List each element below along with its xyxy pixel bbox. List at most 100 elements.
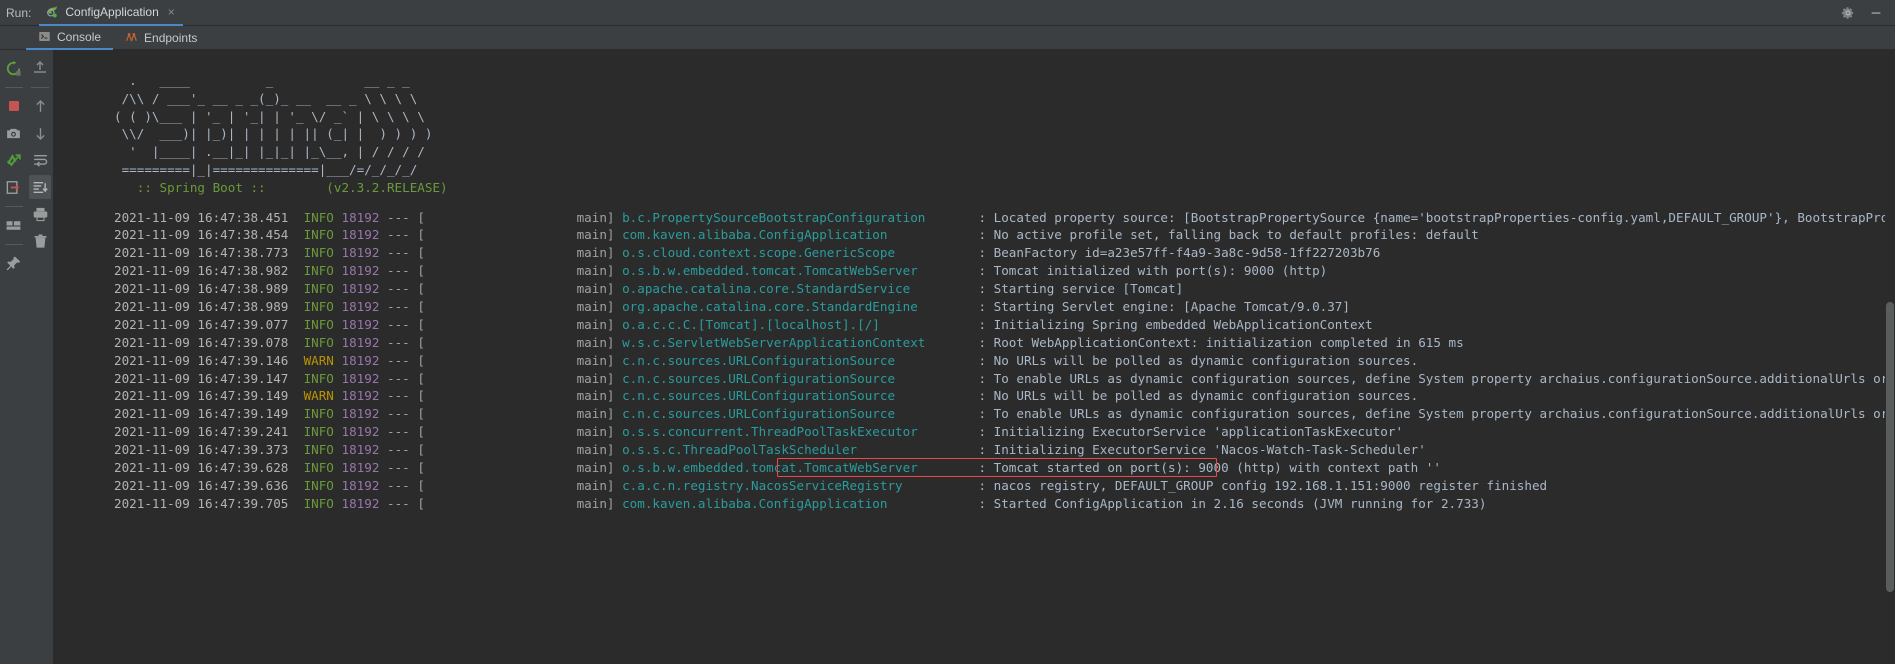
log-thread: main] (424, 370, 615, 386)
log-message: : No URLs will be polled as dynamic conf… (978, 352, 1419, 368)
log-logger: c.a.c.n.registry.NacosServiceRegistry (622, 477, 979, 493)
log-separator: --- [ (387, 477, 425, 493)
log-thread: main] (424, 209, 615, 225)
log-timestamp: 2021-11-09 16:47:39.147 (114, 370, 289, 386)
print-icon[interactable] (29, 202, 51, 226)
log-level: INFO (303, 316, 334, 332)
toolbar-divider-3 (4, 244, 23, 245)
log-message: : Tomcat initialized with port(s): 9000 … (978, 263, 1328, 279)
log-line[interactable]: 2021-11-09 16:47:39.636 INFO 18192 --- [… (54, 477, 1895, 495)
log-line[interactable]: 2021-11-09 16:47:39.078 INFO 18192 --- [… (54, 334, 1895, 352)
toolbar2-divider (31, 87, 49, 88)
log-pid: 18192 (341, 263, 380, 279)
log-separator: --- [ (387, 442, 425, 458)
log-thread: main] (424, 477, 615, 493)
log-separator: --- [ (387, 316, 425, 332)
log-line[interactable]: 2021-11-09 16:47:39.705 INFO 18192 --- [… (54, 495, 1895, 513)
log-timestamp: 2021-11-09 16:47:38.989 (114, 281, 289, 297)
log-logger: b.c.PropertySourceBootstrapConfiguration (622, 209, 979, 225)
console-icon (38, 30, 51, 43)
log-line[interactable]: 2021-11-09 16:47:38.989 INFO 18192 --- [… (54, 280, 1895, 298)
log-separator: --- [ (387, 370, 425, 386)
arrow-up-icon[interactable] (29, 94, 51, 118)
stop-icon[interactable] (3, 94, 25, 118)
log-pid: 18192 (341, 406, 380, 422)
log-level: INFO (303, 299, 334, 315)
soft-wrap-icon[interactable] (29, 148, 51, 172)
log-message: : No active profile set, falling back to… (978, 227, 1479, 243)
log-output: 2021-11-09 16:47:38.451 INFO 18192 --- [… (54, 197, 1895, 513)
log-separator: --- [ (387, 281, 425, 297)
arrow-down-icon[interactable] (29, 121, 51, 145)
log-line[interactable]: 2021-11-09 16:47:38.454 INFO 18192 --- [… (54, 226, 1895, 244)
log-thread: main] (424, 442, 615, 458)
log-message: : To enable URLs as dynamic configuratio… (978, 370, 1895, 386)
log-level: INFO (303, 370, 334, 386)
log-thread: main] (424, 299, 615, 315)
log-level: WARN (303, 352, 334, 368)
log-pid: 18192 (341, 424, 380, 440)
export-icon[interactable] (29, 56, 51, 80)
log-line[interactable]: 2021-11-09 16:47:38.982 INFO 18192 --- [… (54, 262, 1895, 280)
scroll-to-end-icon[interactable] (29, 175, 51, 199)
pin-icon[interactable] (3, 251, 25, 275)
endpoints-icon (125, 31, 138, 44)
log-thread: main] (424, 334, 615, 350)
run-label: Run: (6, 5, 32, 20)
run-configuration-tab[interactable]: ConfigApplication × (39, 0, 183, 26)
log-line[interactable]: 2021-11-09 16:47:39.149 WARN 18192 --- [… (54, 387, 1895, 405)
log-logger: org.apache.catalina.core.StandardEngine (622, 299, 979, 315)
log-timestamp: 2021-11-09 16:47:38.454 (114, 227, 289, 243)
log-line[interactable]: 2021-11-09 16:47:39.241 INFO 18192 --- [… (54, 423, 1895, 441)
log-line-highlighted[interactable]: 2021-11-09 16:47:39.628 INFO 18192 --- [… (54, 458, 1895, 478)
log-level: INFO (303, 263, 334, 279)
log-timestamp: 2021-11-09 16:47:39.241 (114, 424, 289, 440)
minimize-icon[interactable] (1869, 6, 1883, 20)
log-line[interactable]: 2021-11-09 16:47:38.989 INFO 18192 --- [… (54, 298, 1895, 316)
log-timestamp: 2021-11-09 16:47:39.628 (114, 460, 289, 476)
log-logger: c.n.c.sources.URLConfigurationSource (622, 352, 979, 368)
layout-icon[interactable] (3, 213, 25, 237)
log-level: INFO (303, 209, 334, 225)
console-scrollbar[interactable] (1885, 50, 1895, 664)
exit-icon[interactable] (3, 175, 25, 199)
console-scrollbar-thumb[interactable] (1886, 302, 1894, 592)
log-timestamp: 2021-11-09 16:47:38.451 (114, 209, 289, 225)
log-logger: o.s.s.concurrent.ThreadPoolTaskExecutor (622, 424, 979, 440)
close-icon[interactable]: × (168, 6, 175, 18)
log-logger: o.apache.catalina.core.StandardService (622, 281, 979, 297)
attach-debugger-icon[interactable] (3, 148, 25, 172)
rerun-icon[interactable] (3, 56, 25, 80)
log-pid: 18192 (341, 442, 380, 458)
log-thread: main] (424, 495, 615, 511)
log-level: INFO (303, 477, 334, 493)
log-separator: --- [ (387, 460, 425, 476)
log-thread: main] (424, 424, 615, 440)
gear-icon[interactable] (1841, 6, 1855, 20)
log-pid: 18192 (341, 388, 380, 404)
tab-endpoints[interactable]: Endpoints (113, 26, 209, 50)
trash-icon[interactable] (29, 229, 51, 253)
log-line[interactable]: 2021-11-09 16:47:38.451 INFO 18192 --- [… (54, 209, 1895, 227)
log-thread: main] (424, 406, 615, 422)
log-line[interactable]: 2021-11-09 16:47:39.146 WARN 18192 --- [… (54, 352, 1895, 370)
log-line[interactable]: 2021-11-09 16:47:39.149 INFO 18192 --- [… (54, 405, 1895, 423)
log-line[interactable]: 2021-11-09 16:47:39.373 INFO 18192 --- [… (54, 441, 1895, 459)
log-line[interactable]: 2021-11-09 16:47:38.773 INFO 18192 --- [… (54, 244, 1895, 262)
log-level: INFO (303, 281, 334, 297)
log-line[interactable]: 2021-11-09 16:47:39.077 INFO 18192 --- [… (54, 316, 1895, 334)
log-separator: --- [ (387, 495, 425, 511)
log-level: INFO (303, 442, 334, 458)
log-timestamp: 2021-11-09 16:47:38.989 (114, 299, 289, 315)
log-message: : nacos registry, DEFAULT_GROUP config 1… (978, 477, 1548, 493)
log-line[interactable]: 2021-11-09 16:47:39.147 INFO 18192 --- [… (54, 370, 1895, 388)
log-pid: 18192 (341, 495, 380, 511)
log-level: INFO (303, 245, 334, 261)
log-timestamp: 2021-11-09 16:47:39.149 (114, 406, 289, 422)
log-pid: 18192 (341, 281, 380, 297)
console-output[interactable]: . ____ _ __ _ _ /\\ / ___'_ __ _ _(_)_ _… (54, 50, 1895, 664)
log-pid: 18192 (341, 334, 380, 350)
screenshot-icon[interactable] (3, 121, 25, 145)
tab-console[interactable]: Console (26, 26, 114, 50)
spring-boot-banner: . ____ _ __ _ _ /\\ / ___'_ __ _ _(_)_ _… (114, 73, 448, 195)
